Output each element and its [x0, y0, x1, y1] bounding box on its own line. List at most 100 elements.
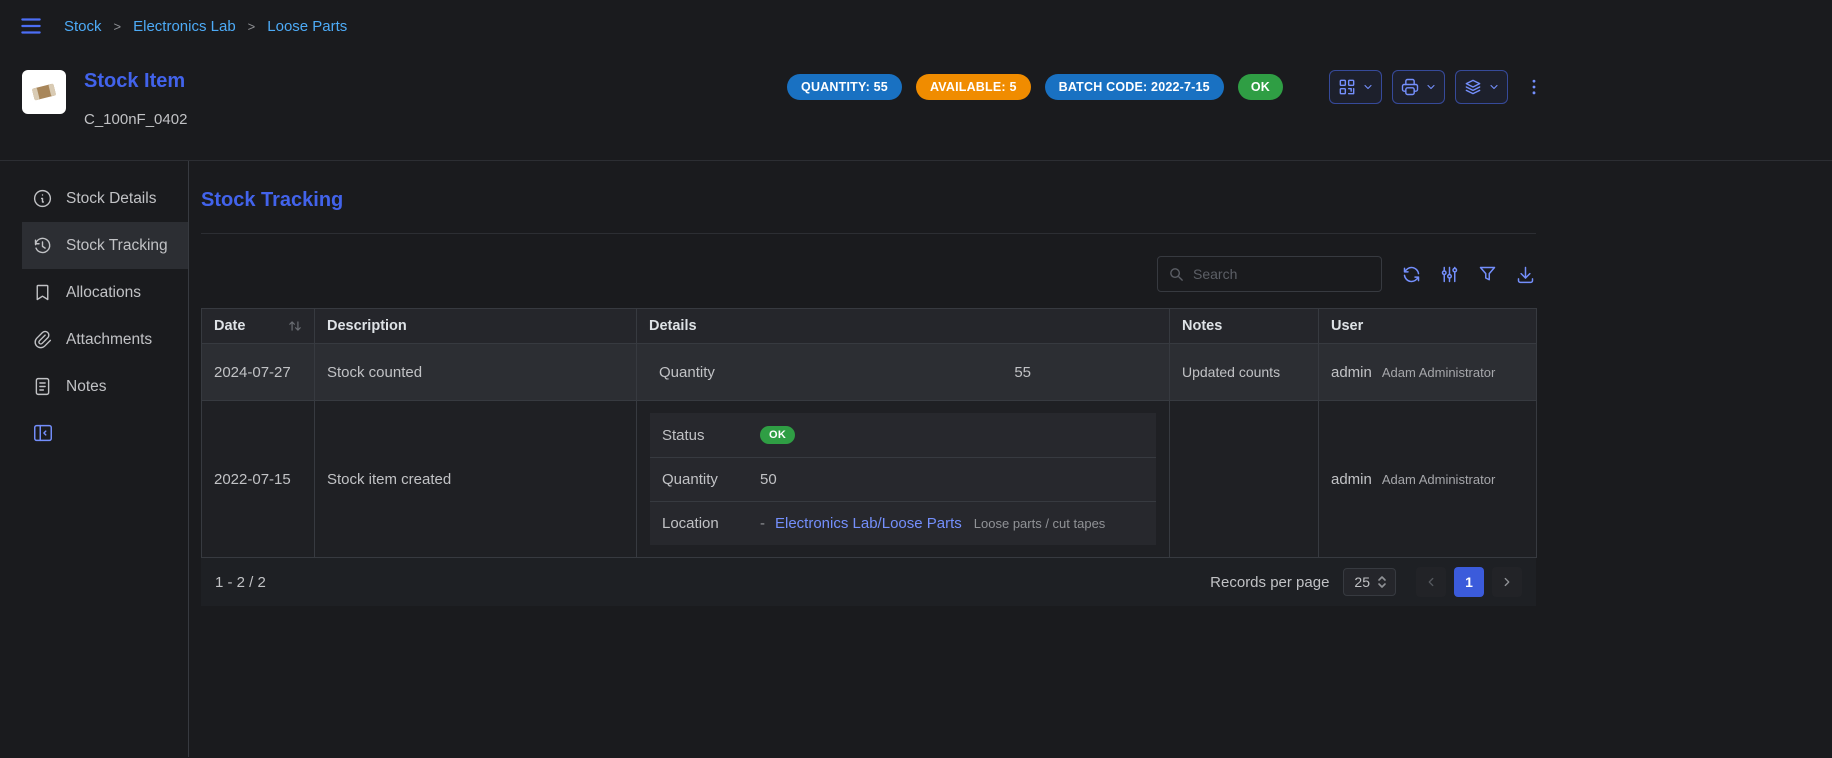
sidebar-item-stock-tracking[interactable]: Stock Tracking — [22, 222, 188, 269]
filter-icon — [1477, 264, 1498, 285]
sidebar-item-label: Stock Details — [66, 190, 156, 208]
page-1-button[interactable]: 1 — [1454, 567, 1484, 597]
notes-cell: Updated counts — [1170, 344, 1319, 401]
record-range: 1 - 2 / 2 — [215, 574, 266, 591]
adjustments-icon — [1439, 264, 1460, 285]
column-header-details[interactable]: Details — [637, 309, 1170, 344]
refresh-icon — [1401, 264, 1422, 285]
filter-button[interactable] — [1477, 264, 1498, 285]
menu-icon[interactable] — [18, 13, 44, 39]
date-cell: 2024-07-27 — [202, 344, 315, 401]
detail-key: Quantity — [659, 364, 779, 381]
printer-icon — [1400, 77, 1420, 97]
dots-vertical-icon — [1524, 77, 1544, 97]
chevron-down-icon — [1362, 81, 1374, 93]
quantity-badge: QUANTITY: 55 — [787, 74, 902, 100]
table-row: 2022-07-15 Stock item created Status OK … — [202, 401, 1537, 558]
sidebar-item-allocations[interactable]: Allocations — [22, 269, 188, 316]
header-action-buttons — [1329, 70, 1544, 104]
pagination: 1 — [1416, 567, 1522, 597]
user-cell: admin Adam Administrator — [1319, 344, 1537, 401]
main-panel: Stock Tracking — [201, 161, 1536, 757]
table-header-row: Date Description Details Notes User — [202, 309, 1537, 344]
sidebar-item-label: Notes — [66, 378, 107, 396]
info-icon — [32, 188, 53, 209]
chevron-down-icon — [1488, 81, 1500, 93]
chevron-left-icon — [1424, 575, 1438, 589]
stock-operations-icon — [1463, 77, 1483, 97]
column-header-user[interactable]: User — [1319, 309, 1537, 344]
breadcrumb: Stock > Electronics Lab > Loose Parts — [64, 18, 347, 35]
status-ok-badge: OK — [760, 426, 795, 444]
next-page-button[interactable] — [1492, 567, 1522, 597]
top-navigation-bar: Stock > Electronics Lab > Loose Parts — [0, 0, 1832, 52]
column-header-description[interactable]: Description — [315, 309, 637, 344]
title-block: Stock Item C_100nF_0402 — [84, 66, 187, 128]
sidebar-item-label: Allocations — [66, 284, 141, 302]
user-cell: admin Adam Administrator — [1319, 401, 1537, 558]
chevron-down-icon — [1425, 81, 1437, 93]
paperclip-icon — [32, 329, 53, 350]
breadcrumb-link-electronics-lab[interactable]: Electronics Lab — [133, 18, 236, 35]
detail-key: Location — [662, 515, 760, 532]
table-columns-button[interactable] — [1439, 264, 1460, 285]
collapse-sidebar-icon — [32, 422, 54, 444]
notes-cell — [1170, 401, 1319, 558]
date-cell: 2022-07-15 — [202, 401, 315, 558]
stock-item-name: C_100nF_0402 — [84, 111, 187, 128]
barcode-actions-button[interactable] — [1329, 70, 1382, 104]
stock-operations-button[interactable] — [1455, 70, 1508, 104]
breadcrumb-link-stock[interactable]: Stock — [64, 18, 102, 35]
section-divider — [201, 233, 1536, 234]
column-header-date[interactable]: Date — [202, 309, 315, 344]
available-badge: AVAILABLE: 5 — [916, 74, 1031, 100]
search-icon — [1168, 266, 1185, 283]
location-description: Loose parts / cut tapes — [974, 516, 1106, 531]
bookmark-icon — [32, 282, 53, 303]
download-button[interactable] — [1515, 264, 1536, 285]
content-area: Stock Details Stock Tracking Allocations — [0, 160, 1832, 757]
user-full-name: Adam Administrator — [1382, 472, 1495, 487]
batch-code-badge: BATCH CODE: 2022-7-15 — [1045, 74, 1224, 100]
print-actions-button[interactable] — [1392, 70, 1445, 104]
location-prefix: - — [760, 515, 765, 532]
detail-row-status: Status OK — [650, 413, 1156, 457]
table-row: 2024-07-27 Stock counted Quantity 55 Upd… — [202, 344, 1537, 401]
history-icon — [32, 235, 53, 256]
detail-row-quantity: Quantity 50 — [650, 457, 1156, 501]
table-footer: 1 - 2 / 2 Records per page 25 1 — [201, 558, 1536, 606]
previous-page-button[interactable] — [1416, 567, 1446, 597]
records-per-page-label: Records per page — [1210, 574, 1329, 591]
column-header-label: Date — [214, 318, 245, 334]
notes-icon — [32, 376, 53, 397]
detail-value: 50 — [760, 471, 777, 488]
username: admin — [1331, 364, 1372, 381]
more-options-button[interactable] — [1524, 77, 1544, 97]
status-badges: QUANTITY: 55 AVAILABLE: 5 BATCH CODE: 20… — [787, 74, 1283, 100]
detail-value: 55 — [779, 364, 1031, 381]
section-title: Stock Tracking — [201, 189, 1536, 212]
stock-item-thumbnail[interactable] — [22, 70, 66, 114]
column-header-notes[interactable]: Notes — [1170, 309, 1319, 344]
breadcrumb-separator: > — [114, 19, 122, 34]
chevron-right-icon — [1500, 575, 1514, 589]
sort-icon[interactable] — [288, 319, 302, 333]
search-box[interactable] — [1157, 256, 1382, 292]
sidebar-item-stock-details[interactable]: Stock Details — [22, 175, 188, 222]
detail-key: Quantity — [662, 471, 760, 488]
sidebar: Stock Details Stock Tracking Allocations — [22, 161, 189, 757]
status-ok-badge: OK — [1238, 74, 1283, 100]
records-per-page-select[interactable]: 25 — [1343, 568, 1396, 596]
breadcrumb-link-loose-parts[interactable]: Loose Parts — [267, 18, 347, 35]
description-cell: Stock item created — [315, 401, 637, 558]
records-per-page-value: 25 — [1354, 574, 1370, 590]
detail-row-location: Location - Electronics Lab/Loose Parts L… — [650, 501, 1156, 545]
search-input[interactable] — [1193, 266, 1371, 282]
sidebar-item-notes[interactable]: Notes — [22, 363, 188, 410]
user-full-name: Adam Administrator — [1382, 365, 1495, 380]
collapse-sidebar-button[interactable] — [22, 422, 64, 444]
sidebar-item-label: Stock Tracking — [66, 237, 168, 255]
location-link[interactable]: Electronics Lab/Loose Parts — [775, 515, 962, 532]
refresh-button[interactable] — [1401, 264, 1422, 285]
sidebar-item-attachments[interactable]: Attachments — [22, 316, 188, 363]
